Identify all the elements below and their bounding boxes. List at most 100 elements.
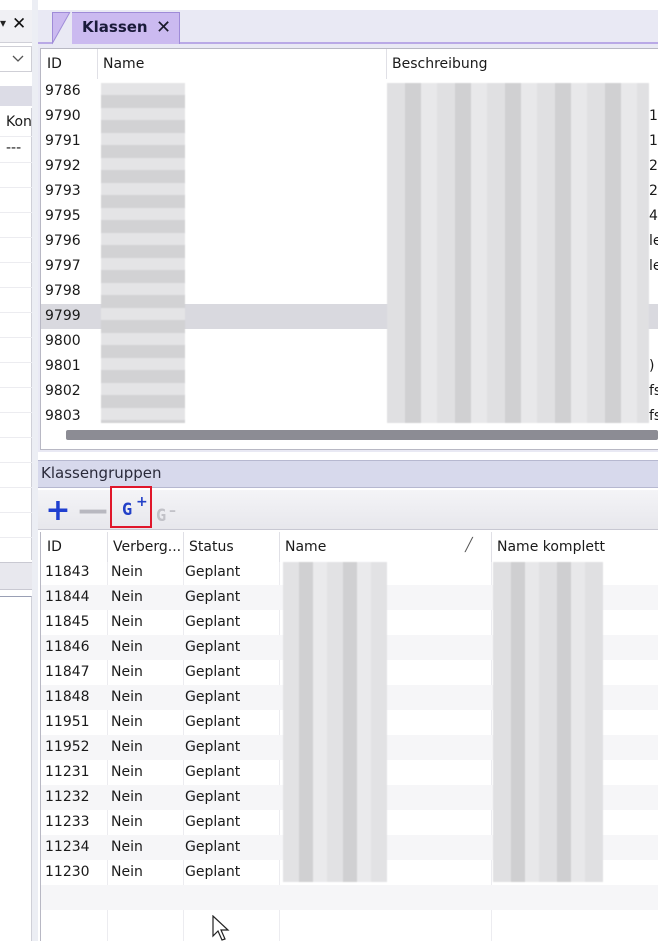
redacted-description-column (387, 83, 649, 423)
cell-verborgen: Nein (111, 689, 143, 705)
cell-verborgen: Nein (111, 839, 143, 855)
cell-status: Geplant (185, 864, 241, 880)
cell-status: Geplant (185, 839, 241, 855)
row-id: 9800 (45, 333, 81, 349)
left-dropdown[interactable] (0, 46, 32, 72)
row-trail: 2 (649, 158, 658, 174)
group-remove-icon: G (156, 506, 167, 526)
table-row-empty (41, 885, 658, 910)
cell-verborgen: Nein (111, 739, 143, 755)
row-trail: fs (649, 408, 658, 424)
cell-id: 11230 (45, 864, 90, 880)
row-trail: 2 (649, 183, 658, 199)
cell-verborgen: Nein (111, 789, 143, 805)
cell-id: 11844 (45, 589, 90, 605)
cell-verborgen: Nein (111, 589, 143, 605)
row-id: 9802 (45, 383, 81, 399)
cell-id: 11847 (45, 664, 90, 680)
cell-status: Geplant (185, 814, 241, 830)
left-panel-close-icon[interactable]: ✕ (12, 14, 26, 34)
cell-verborgen: Nein (111, 764, 143, 780)
cell-id: 11846 (45, 639, 90, 655)
remove-button[interactable]: — (78, 496, 108, 526)
horizontal-scrollbar-thumb[interactable] (66, 430, 658, 440)
row-trail: fs (649, 383, 658, 399)
sort-indicator-icon: ╱ (465, 538, 473, 553)
row-id: 9796 (45, 233, 81, 249)
klassengruppen-title: Klassengruppen (41, 464, 162, 482)
klassengruppen-grid[interactable]: ID Verberg... Status Name ╱ Name komplet… (40, 532, 658, 941)
klassen-grid[interactable]: ID Name Beschreibung 9786 9790 1 9791 1 97… (40, 48, 658, 450)
cell-id: 11231 (45, 764, 90, 780)
cell-id: 11848 (45, 689, 90, 705)
chevron-down-icon (12, 55, 24, 62)
table-row-empty (41, 910, 658, 935)
cell-verborgen: Nein (111, 564, 143, 580)
tab-title[interactable]: Klassen (82, 18, 148, 36)
column-header-id[interactable]: ID (41, 532, 107, 562)
cell-verborgen: Nein (111, 814, 143, 830)
add-button[interactable]: + (44, 496, 72, 526)
cell-id: 11233 (45, 814, 90, 830)
cell-id: 11843 (45, 564, 90, 580)
cell-id: 11845 (45, 614, 90, 630)
left-grid: Kon --- (0, 108, 32, 560)
redacted-name-komplett-column (493, 562, 603, 882)
mouse-cursor-icon (212, 915, 230, 941)
left-grid-footer (0, 562, 32, 590)
row-id: 9801 (45, 358, 81, 374)
redacted-name-column (101, 83, 185, 423)
remove-group-button[interactable]: G – (154, 497, 182, 526)
cell-status: Geplant (185, 564, 241, 580)
left-grid-column-header[interactable]: Kon (6, 114, 32, 130)
left-panel-header: ▾ ✕ (0, 10, 32, 43)
column-header-name-komplett[interactable]: Name komplett (491, 532, 658, 562)
cell-id: 11234 (45, 839, 90, 855)
row-trail: ) (649, 358, 655, 374)
add-group-button[interactable]: G + (110, 486, 152, 528)
row-id: 9797 (45, 258, 81, 274)
row-id: 9799 (45, 308, 81, 324)
cell-status: Geplant (185, 714, 241, 730)
column-header-beschreibung[interactable]: Beschreibung (386, 49, 658, 79)
row-id: 9792 (45, 158, 81, 174)
cell-verborgen: Nein (111, 864, 143, 880)
row-id: 9791 (45, 133, 81, 149)
left-section-band (0, 86, 32, 106)
group-add-plus: + (136, 494, 148, 510)
cell-id: 11232 (45, 789, 90, 805)
left-panel-menu-arrow-icon[interactable]: ▾ (0, 16, 6, 30)
row-trail: 1 (649, 108, 658, 124)
redacted-name-column (283, 562, 387, 882)
row-id: 9795 (45, 208, 81, 224)
cell-status: Geplant (185, 589, 241, 605)
left-grid-placeholder: --- (6, 140, 22, 156)
row-id: 9798 (45, 283, 81, 299)
column-header-verborgen[interactable]: Verberg... (107, 532, 183, 562)
tab-close-icon[interactable]: ✕ (156, 17, 171, 38)
cell-verborgen: Nein (111, 664, 143, 680)
cell-verborgen: Nein (111, 614, 143, 630)
cell-status: Geplant (185, 664, 241, 680)
group-remove-minus: – (169, 503, 176, 519)
cell-verborgen: Nein (111, 639, 143, 655)
column-header-name[interactable]: Name (97, 49, 387, 79)
row-id: 9793 (45, 183, 81, 199)
cell-status: Geplant (185, 689, 241, 705)
cell-status: Geplant (185, 614, 241, 630)
row-trail: 1 (649, 133, 658, 149)
cell-status: Geplant (185, 639, 241, 655)
row-id: 9790 (45, 108, 81, 124)
row-trail: le (649, 233, 658, 249)
cell-status: Geplant (185, 739, 241, 755)
row-trail: le (649, 258, 658, 274)
column-header-status[interactable]: Status (183, 532, 279, 562)
column-header-id[interactable]: ID (41, 49, 97, 79)
left-lower-panel (0, 596, 32, 941)
cell-status: Geplant (185, 764, 241, 780)
cell-id: 11951 (45, 714, 90, 730)
row-trail: 4 (649, 208, 658, 224)
cell-id: 11952 (45, 739, 90, 755)
cell-status: Geplant (185, 789, 241, 805)
column-header-name[interactable]: Name (279, 532, 491, 562)
